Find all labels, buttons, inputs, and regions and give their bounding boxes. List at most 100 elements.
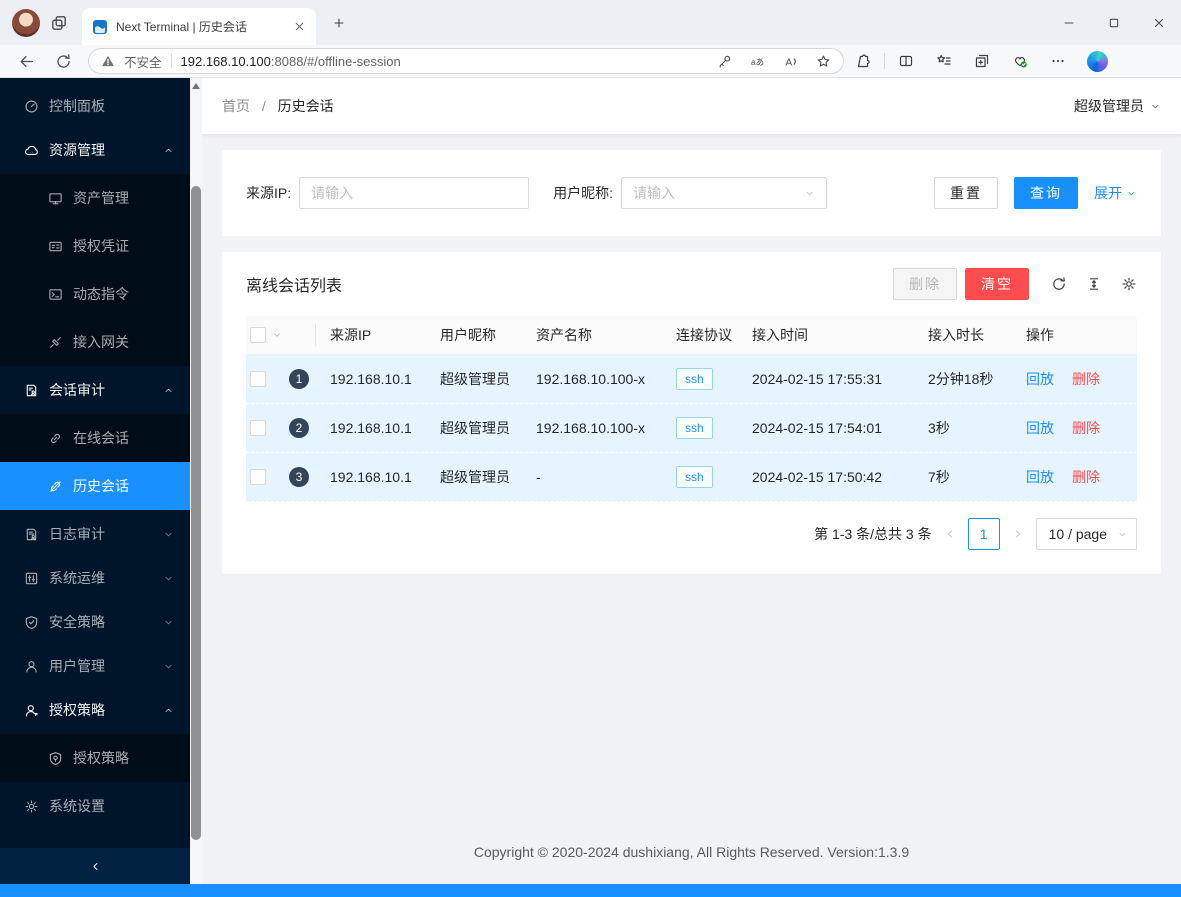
- cell-asset: -: [536, 469, 541, 485]
- offline-session-panel: 离线会话列表 删除 清空 来源IP 用户昵称 资产名称 连接协议 接入时间 接入…: [222, 252, 1161, 574]
- cell-nickname: 超级管理员: [440, 469, 510, 485]
- workspaces-icon[interactable]: [50, 14, 68, 32]
- clear-all-button[interactable]: 清空: [965, 268, 1029, 300]
- collections-icon[interactable]: [963, 53, 1001, 69]
- back-icon[interactable]: [8, 53, 45, 70]
- pagination-page-1[interactable]: 1: [967, 518, 1000, 550]
- cell-time: 2024-02-15 17:50:42: [752, 469, 882, 485]
- sidebar-item-credentials[interactable]: 授权凭证: [0, 222, 190, 270]
- table-settings-icon[interactable]: [1121, 276, 1137, 292]
- sidebar-item-session-audit[interactable]: 会话审计: [0, 370, 190, 410]
- expand-label: 展开: [1094, 185, 1122, 201]
- favorites-bar-icon[interactable]: [925, 53, 963, 69]
- replay-link[interactable]: 回放: [1026, 420, 1054, 436]
- window-maximize-icon[interactable]: [1091, 0, 1136, 45]
- refresh-icon[interactable]: [45, 53, 82, 70]
- favorite-star-icon[interactable]: [816, 54, 831, 69]
- password-key-icon[interactable]: [717, 54, 732, 69]
- bottom-accent-strip: [0, 884, 1181, 897]
- page-size-select[interactable]: 10 / page: [1035, 518, 1137, 550]
- extensions-icon[interactable]: [844, 53, 882, 69]
- row-checkbox[interactable]: [250, 371, 266, 387]
- sidebar-item-asset-management[interactable]: 资产管理: [0, 174, 190, 222]
- sidebar-item-log-audit[interactable]: 日志审计: [0, 514, 190, 554]
- chevron-down-icon: [804, 188, 815, 199]
- delete-selected-button[interactable]: 删除: [893, 268, 957, 300]
- source-ip-label: 来源IP:: [246, 185, 292, 201]
- column-height-icon[interactable]: [1086, 276, 1102, 292]
- delete-link[interactable]: 删除: [1072, 469, 1100, 485]
- sidebar-item-label: 授权策略: [73, 750, 129, 766]
- split-screen-icon[interactable]: [887, 53, 925, 69]
- new-tab-icon[interactable]: [326, 10, 352, 36]
- column-header: 连接协议: [676, 327, 732, 343]
- column-header: 资产名称: [536, 327, 592, 343]
- sidebar-item-access-gateway[interactable]: 接入网关: [0, 318, 190, 366]
- user-menu[interactable]: 超级管理员: [1074, 96, 1161, 116]
- expand-link[interactable]: 展开: [1094, 183, 1137, 203]
- selection-chevron-down-icon[interactable]: [272, 330, 282, 340]
- breadcrumb-home[interactable]: 首页: [222, 98, 250, 114]
- pagination-prev-icon[interactable]: [940, 528, 960, 540]
- cell-duration: 7秒: [928, 469, 950, 485]
- browser-window: Next Terminal | 历史会话 不安全 192.168.10.100:…: [0, 0, 1181, 897]
- chevron-down-icon: [163, 661, 174, 672]
- pagination-next-icon[interactable]: [1008, 528, 1028, 540]
- select-all-checkbox[interactable]: [250, 327, 266, 343]
- sidebar-item-dashboard[interactable]: 控制面板: [0, 86, 190, 126]
- page-scrollbar: [190, 78, 202, 884]
- copilot-icon[interactable]: [1087, 50, 1108, 72]
- tab-title: Next Terminal | 历史会话: [116, 20, 247, 34]
- browser-profile-avatar[interactable]: [12, 8, 40, 37]
- more-menu-icon[interactable]: [1039, 53, 1077, 69]
- pagination-total: 第 1-3 条/总共 3 条: [814, 526, 932, 542]
- row-checkbox[interactable]: [250, 420, 266, 436]
- delete-link[interactable]: 删除: [1072, 420, 1100, 436]
- browser-essentials-icon[interactable]: [1001, 53, 1039, 69]
- replay-link[interactable]: 回放: [1026, 469, 1054, 485]
- row-checkbox[interactable]: [250, 469, 266, 485]
- nickname-select[interactable]: 请输入: [621, 177, 828, 209]
- sidebar-item-system-ops[interactable]: 系统运维: [0, 558, 190, 598]
- column-header: 来源IP: [330, 327, 372, 343]
- column-header: 接入时长: [928, 327, 984, 343]
- address-bar[interactable]: 不安全 192.168.10.100:8088/#/offline-sessio…: [88, 48, 844, 74]
- delete-link[interactable]: 删除: [1072, 371, 1100, 387]
- tab-close-icon[interactable]: [291, 18, 308, 35]
- window-minimize-icon[interactable]: [1046, 0, 1091, 45]
- protocol-tag: ssh: [676, 417, 713, 439]
- browser-toolbar: 不安全 192.168.10.100:8088/#/offline-sessio…: [0, 45, 1181, 78]
- sidebar-collapse-trigger[interactable]: [0, 848, 190, 884]
- not-secure-label[interactable]: 不安全: [124, 52, 162, 71]
- query-button[interactable]: 查询: [1014, 177, 1078, 209]
- source-ip-input[interactable]: 请输入: [299, 177, 530, 209]
- read-aloud-icon[interactable]: A: [783, 54, 798, 69]
- scrollbar-thumb[interactable]: [191, 186, 201, 840]
- sidebar-item-resource-management[interactable]: 资源管理: [0, 130, 190, 170]
- window-close-icon[interactable]: [1136, 0, 1181, 45]
- reset-button[interactable]: 重置: [934, 177, 998, 209]
- sidebar-item-dynamic-commands[interactable]: 动态指令: [0, 270, 190, 318]
- sidebar-submenu-resource: 资产管理 授权凭证 动态指令 接入网关: [0, 174, 190, 366]
- browser-tab-active[interactable]: Next Terminal | 历史会话: [82, 8, 316, 45]
- chevron-down-icon: [1126, 188, 1137, 199]
- replay-link[interactable]: 回放: [1026, 371, 1054, 387]
- table-header-bar: 离线会话列表 删除 清空: [246, 268, 1137, 300]
- table-row: 3 192.168.10.1 超级管理员 - ssh 2024-02-15 17…: [246, 453, 1137, 502]
- sidebar-item-system-settings[interactable]: 系统设置: [0, 786, 190, 826]
- reload-icon[interactable]: [1051, 276, 1067, 292]
- sidebar-item-authorization-policy-sub[interactable]: 授权策略: [0, 734, 190, 782]
- nickname-label: 用户昵称:: [553, 185, 614, 201]
- filelog-icon: [24, 527, 39, 542]
- cell-source-ip: 192.168.10.1: [330, 469, 412, 485]
- translate-icon[interactable]: aあ: [750, 54, 765, 69]
- scrollbar-up-arrow-icon[interactable]: [192, 83, 200, 89]
- sidebar-item-authorization-policy[interactable]: 授权策略: [0, 690, 190, 730]
- sidebar-item-security-policy[interactable]: 安全策略: [0, 602, 190, 642]
- cell-nickname: 超级管理员: [440, 420, 510, 436]
- sidebar-item-user-management[interactable]: 用户管理: [0, 646, 190, 686]
- svg-text:aあ: aあ: [751, 56, 764, 66]
- sidebar-item-history-session[interactable]: 历史会话: [0, 462, 190, 510]
- chevron-down-icon: [1150, 101, 1161, 112]
- sidebar-item-online-session[interactable]: 在线会话: [0, 414, 190, 462]
